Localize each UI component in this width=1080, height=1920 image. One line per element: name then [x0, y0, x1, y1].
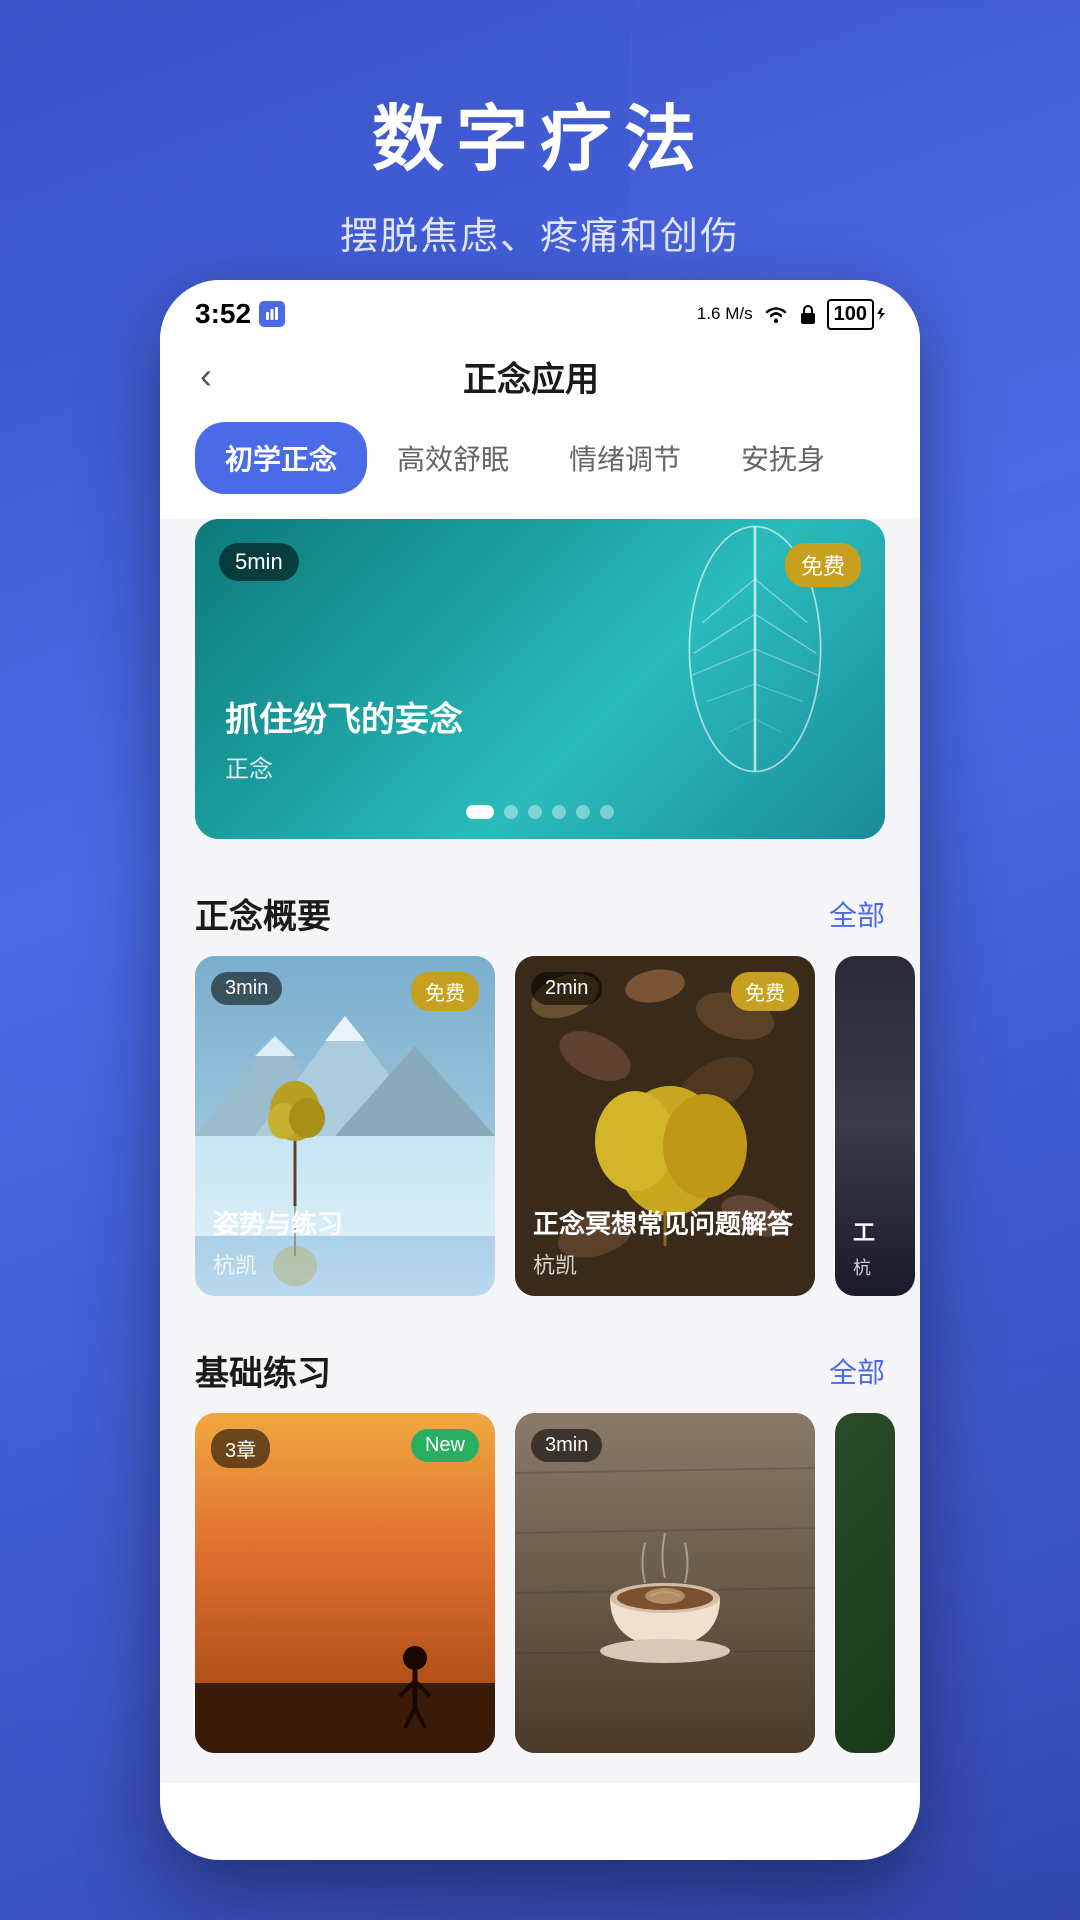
dot-6	[600, 805, 614, 819]
hero-pagination-dots	[466, 805, 614, 819]
card3-text: 工 杭	[853, 1219, 897, 1280]
basics-title: 基础练习	[195, 1346, 331, 1395]
hero-subtitle: 正念	[225, 749, 463, 784]
card1-duration: 3min	[211, 972, 282, 1005]
basics-section-header: 基础练习 全部	[160, 1326, 920, 1413]
dot-5	[576, 805, 590, 819]
tab-sleep[interactable]: 高效舒眠	[367, 422, 539, 494]
status-bar: 3:52 1.6 M/s	[160, 280, 920, 340]
status-badge-icon	[259, 301, 285, 327]
coffee-scene-svg	[515, 1413, 815, 1753]
basics-more-button[interactable]: 全部	[829, 1351, 885, 1391]
card1-free-badge: 免费	[411, 972, 479, 1011]
page-header: 数字疗法 摆脱焦虑、疼痛和创伤	[0, 0, 1080, 300]
overview-title: 正念概要	[195, 889, 331, 938]
hero-free-badge: 免费	[785, 543, 861, 587]
charging-icon	[877, 308, 885, 320]
basics-card1-chapter: 3章	[211, 1429, 270, 1468]
card2-author: 杭凯	[533, 1248, 797, 1280]
wifi-icon	[763, 304, 789, 324]
card2-title: 正念冥想常见问题解答	[533, 1208, 797, 1242]
time-display: 3:52	[195, 298, 251, 330]
card1-text: 姿势与练习 杭凯	[213, 1208, 477, 1280]
category-tabs: 初学正念 高效舒眠 情绪调节 安抚身	[160, 422, 920, 519]
signal-display: 1.6 M/s	[697, 305, 753, 324]
dot-3	[528, 805, 542, 819]
dot-1	[466, 805, 494, 819]
hero-duration-badge: 5min	[219, 543, 299, 581]
status-time: 3:52	[195, 298, 285, 330]
status-right: 1.6 M/s 100	[697, 299, 885, 330]
hero-banner[interactable]: 5min 免费 抓住纷飞的妄念 正念	[195, 519, 885, 839]
basics-card-3[interactable]	[835, 1413, 895, 1753]
tab-beginner[interactable]: 初学正念	[195, 422, 367, 494]
card2-duration: 2min	[531, 972, 602, 1005]
overview-more-button[interactable]: 全部	[829, 894, 885, 934]
phone-frame: 3:52 1.6 M/s	[160, 280, 920, 1860]
lock-icon	[799, 304, 817, 324]
card2-text: 正念冥想常见问题解答 杭凯	[533, 1208, 797, 1280]
overview-section-header: 正念概要 全部	[160, 869, 920, 956]
basics-card-row: 3章 New	[160, 1413, 920, 1783]
overview-card-3[interactable]: 工 杭	[835, 956, 915, 1296]
back-button[interactable]: ‹	[195, 350, 227, 402]
top-nav: ‹ 正念应用	[160, 340, 920, 422]
battery-display: 100	[827, 299, 885, 330]
hero-text-area: 抓住纷飞的妄念 正念	[225, 692, 463, 784]
overview-card-row: 3min 免费 姿势与练习 杭凯	[160, 956, 920, 1326]
page-title: 数字疗法	[0, 80, 1080, 185]
overview-card-1[interactable]: 3min 免费 姿势与练习 杭凯	[195, 956, 495, 1296]
basics-card-1[interactable]: 3章 New	[195, 1413, 495, 1753]
basics-card1-new-badge: New	[411, 1429, 479, 1462]
card2-free-badge: 免费	[731, 972, 799, 1011]
tab-comfort[interactable]: 安抚身	[711, 422, 855, 494]
basics-card3-bg	[835, 1413, 895, 1753]
overview-card-2[interactable]: 2min 免费 正念冥想常见问题解答 杭凯	[515, 956, 815, 1296]
card1-author: 杭凯	[213, 1248, 477, 1280]
basics-card-2[interactable]: 3min	[515, 1413, 815, 1753]
dot-2	[504, 805, 518, 819]
tab-emotion[interactable]: 情绪调节	[539, 422, 711, 494]
dot-4	[552, 805, 566, 819]
basics-card2-duration: 3min	[531, 1429, 602, 1462]
card3-author: 杭	[853, 1254, 897, 1280]
scroll-content: 5min 免费 抓住纷飞的妄念 正念 正念概要 全部	[160, 519, 920, 1783]
page-subtitle: 摆脱焦虑、疼痛和创伤	[0, 205, 1080, 260]
battery-level: 100	[827, 299, 874, 330]
nav-title: 正念应用	[227, 352, 835, 401]
card1-title: 姿势与练习	[213, 1208, 477, 1242]
card3-title: 工	[853, 1219, 897, 1248]
hero-title: 抓住纷飞的妄念	[225, 692, 463, 741]
